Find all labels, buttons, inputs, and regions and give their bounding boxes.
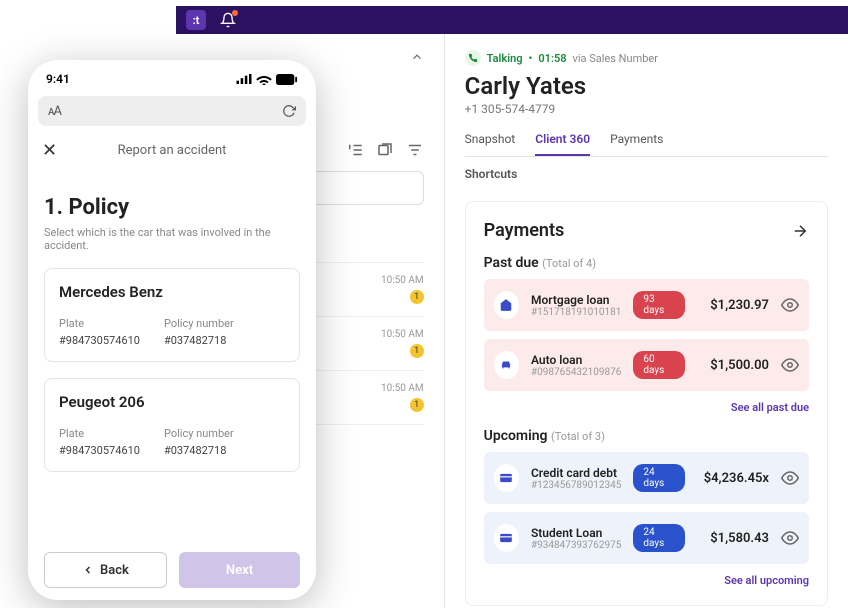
phone-icon: [465, 50, 481, 66]
plate-label: Plate: [59, 317, 140, 330]
home-icon: [494, 291, 519, 319]
signal-icon: [236, 74, 252, 84]
step-description: Select which is the car that was involve…: [44, 226, 300, 252]
cards-icon[interactable]: [376, 141, 394, 159]
car-option[interactable]: Mercedes Benz Plate #984730574610 Policy…: [44, 268, 300, 362]
payment-amount: $1,230.97: [697, 298, 769, 313]
upcoming-label: Upcoming (Total of 3): [484, 428, 809, 444]
payment-name: Student Loan: [531, 526, 621, 540]
call-label: Talking: [487, 52, 523, 65]
payment-amount: $4,236.45x: [697, 471, 769, 486]
arrow-right-icon[interactable]: [791, 222, 809, 240]
shortcuts-label: Shortcuts: [465, 157, 828, 191]
see-all-upcoming-link[interactable]: See all upcoming: [484, 574, 809, 587]
unread-badge: 1: [410, 344, 424, 358]
view-button[interactable]: [781, 356, 799, 374]
step-title: 1. Policy: [44, 195, 300, 220]
payment-name: Mortgage loan: [531, 293, 621, 307]
payments-card: Payments Past due (Total of 4) Mortgage …: [465, 201, 828, 606]
conversation-time: 10:50 AM: [381, 275, 424, 286]
payment-row[interactable]: Auto loan #098765432109876 60 days $1,50…: [484, 339, 809, 391]
unread-badge: 1: [410, 398, 424, 412]
days-badge: 93 days: [633, 291, 684, 319]
payment-row[interactable]: Mortgage loan #151718191010181 93 days $…: [484, 279, 809, 331]
topbar: :t: [176, 6, 848, 34]
car-icon: [494, 351, 519, 379]
card-icon: [494, 464, 519, 492]
payment-amount: $1,500.00: [697, 358, 769, 373]
policy-value: #037482718: [164, 334, 234, 347]
plate-value: #984730574610: [59, 444, 140, 457]
car-name: Mercedes Benz: [59, 283, 285, 301]
days-badge: 60 days: [633, 351, 684, 379]
chevron-up-icon[interactable]: [410, 50, 424, 64]
conversation-time: 10:50 AM: [381, 383, 424, 394]
car-option[interactable]: Peugeot 206 Plate #984730574610 Policy n…: [44, 378, 300, 472]
see-all-past-link[interactable]: See all past due: [484, 401, 809, 414]
days-badge: 24 days: [633, 464, 684, 492]
car-name: Peugeot 206: [59, 393, 285, 411]
notifications-button[interactable]: [220, 12, 236, 28]
wifi-icon: [256, 74, 272, 85]
payment-row[interactable]: Credit card debt #123456789012345 24 day…: [484, 452, 809, 504]
logo-text: :t: [193, 14, 200, 27]
payment-amount: $1,580.43: [697, 531, 769, 546]
view-button[interactable]: [781, 529, 799, 547]
call-via: via Sales Number: [573, 52, 658, 65]
payments-title: Payments: [484, 220, 565, 241]
policy-label: Policy number: [164, 427, 234, 440]
tab-payments[interactable]: Payments: [610, 132, 663, 156]
phone-mockup: 9:41 ᴀA ✕ Report an accident 1. Policy S…: [28, 60, 316, 600]
back-button[interactable]: Back: [44, 552, 167, 588]
payment-number: #123456789012345: [531, 480, 621, 491]
tab-client360[interactable]: Client 360: [535, 132, 590, 156]
address-bar[interactable]: ᴀA: [38, 96, 306, 126]
conversation-time: 10:50 AM: [381, 329, 424, 340]
close-icon[interactable]: ✕: [42, 140, 57, 161]
chevron-left-icon: [82, 564, 94, 576]
view-button[interactable]: [781, 296, 799, 314]
screen-header: ✕ Report an accident: [28, 130, 316, 171]
text-size-icon[interactable]: ᴀA: [48, 103, 61, 119]
status-time: 9:41: [46, 72, 70, 86]
battery-icon: [276, 74, 298, 85]
policy-label: Policy number: [164, 317, 234, 330]
plate-value: #984730574610: [59, 334, 140, 347]
policy-value: #037482718: [164, 444, 234, 457]
payment-number: #151718191010181: [531, 307, 621, 318]
phone-footer: Back Next: [44, 552, 300, 588]
filter-icon[interactable]: [406, 141, 424, 159]
call-status: Talking • 01:58 via Sales Number: [465, 50, 828, 66]
payment-number: #934847393762975: [531, 540, 621, 551]
card-icon: [494, 524, 519, 552]
view-button[interactable]: [781, 469, 799, 487]
client-name: Carly Yates: [465, 72, 828, 100]
refresh-icon[interactable]: [282, 104, 296, 118]
screen-title: Report an accident: [118, 143, 227, 158]
payment-name: Auto loan: [531, 353, 621, 367]
days-badge: 24 days: [633, 524, 684, 552]
unread-badge: 1: [410, 290, 424, 304]
notification-dot: [232, 10, 238, 16]
status-bar: 9:41: [28, 60, 316, 92]
payment-number: #098765432109876: [531, 367, 621, 378]
plate-label: Plate: [59, 427, 140, 440]
payment-row[interactable]: Student Loan #934847393762975 24 days $1…: [484, 512, 809, 564]
tab-snapshot[interactable]: Snapshot: [465, 132, 516, 156]
client-tabs: Snapshot Client 360 Payments: [465, 132, 828, 157]
client-panel: Talking • 01:58 via Sales Number Carly Y…: [445, 34, 848, 608]
app-logo[interactable]: :t: [186, 10, 206, 30]
payment-name: Credit card debt: [531, 466, 621, 480]
past-due-label: Past due (Total of 4): [484, 255, 809, 271]
next-button[interactable]: Next: [179, 552, 300, 588]
call-duration: 01:58: [538, 52, 566, 65]
client-phone: +1 305-574-4779: [465, 102, 828, 116]
list-numbered-icon[interactable]: [346, 141, 364, 159]
